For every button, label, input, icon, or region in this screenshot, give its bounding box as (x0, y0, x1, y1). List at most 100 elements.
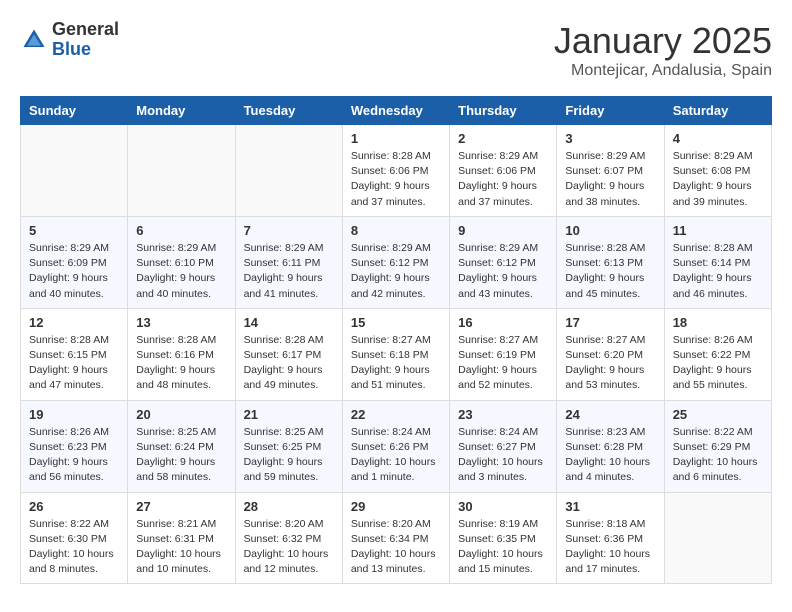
calendar-cell (21, 125, 128, 217)
day-number: 10 (565, 223, 655, 238)
weekday-header: Wednesday (342, 97, 449, 125)
day-number: 7 (244, 223, 334, 238)
weekday-header: Saturday (664, 97, 771, 125)
calendar-cell: 15 Sunrise: 8:27 AM Sunset: 6:18 PM Dayli… (342, 308, 449, 400)
day-number: 15 (351, 315, 441, 330)
calendar-cell: 6 Sunrise: 8:29 AM Sunset: 6:10 PM Daylig… (128, 216, 235, 308)
location: Montejicar, Andalusia, Spain (554, 62, 772, 80)
day-number: 28 (244, 499, 334, 514)
day-number: 24 (565, 407, 655, 422)
day-number: 31 (565, 499, 655, 514)
weekday-header: Thursday (450, 97, 557, 125)
calendar-cell: 8 Sunrise: 8:29 AM Sunset: 6:12 PM Daylig… (342, 216, 449, 308)
calendar-cell: 30Sunrise: 8:19 AM Sunset: 6:35 PM Dayli… (450, 492, 557, 584)
day-info: Sunrise: 8:24 AM Sunset: 6:26 PM Dayligh… (351, 425, 441, 486)
day-number: 25 (673, 407, 763, 422)
day-info: Sunrise: 8:28 AM Sunset: 6:06 PM Dayligh… (351, 149, 441, 210)
title-block: January 2025 Montejicar, Andalusia, Spai… (554, 20, 772, 80)
day-info: Sunrise: 8:20 AM Sunset: 6:32 PM Dayligh… (244, 517, 334, 578)
day-number: 9 (458, 223, 548, 238)
calendar-cell: 18Sunrise: 8:26 AM Sunset: 6:22 PM Dayli… (664, 308, 771, 400)
day-number: 8 (351, 223, 441, 238)
calendar-cell: 27Sunrise: 8:21 AM Sunset: 6:31 PM Dayli… (128, 492, 235, 584)
day-info: Sunrise: 8:27 AM Sunset: 6:19 PM Dayligh… (458, 333, 548, 394)
calendar-cell: 12Sunrise: 8:28 AM Sunset: 6:15 PM Dayli… (21, 308, 128, 400)
calendar-week-row: 5Sunrise: 8:29 AM Sunset: 6:09 PM Daylig… (21, 216, 772, 308)
calendar-week-row: 1Sunrise: 8:28 AM Sunset: 6:06 PM Daylig… (21, 125, 772, 217)
day-info: Sunrise: 8:27 AM Sunset: 6:18 PM Dayligh… (351, 333, 441, 394)
calendar-cell: 29Sunrise: 8:20 AM Sunset: 6:34 PM Dayli… (342, 492, 449, 584)
calendar-cell: 1Sunrise: 8:28 AM Sunset: 6:06 PM Daylig… (342, 125, 449, 217)
day-info: Sunrise: 8:28 AM Sunset: 6:17 PM Dayligh… (244, 333, 334, 394)
calendar-cell: 7 Sunrise: 8:29 AM Sunset: 6:11 PM Daylig… (235, 216, 342, 308)
calendar-cell: 4Sunrise: 8:29 AM Sunset: 6:08 PM Daylig… (664, 125, 771, 217)
day-number: 20 (136, 407, 226, 422)
calendar-cell: 19 Sunrise: 8:26 AM Sunset: 6:23 PM Dayli… (21, 400, 128, 492)
day-number: 5 (29, 223, 119, 238)
day-info: Sunrise: 8:21 AM Sunset: 6:31 PM Dayligh… (136, 517, 226, 578)
calendar-cell: 16Sunrise: 8:27 AM Sunset: 6:19 PM Dayli… (450, 308, 557, 400)
day-number: 29 (351, 499, 441, 514)
day-info: Sunrise: 8:29 AM Sunset: 6:07 PM Dayligh… (565, 149, 655, 210)
day-info: Sunrise: 8:18 AM Sunset: 6:36 PM Dayligh… (565, 517, 655, 578)
calendar-table: SundayMondayTuesdayWednesdayThursdayFrid… (20, 96, 772, 584)
day-info: Sunrise: 8:24 AM Sunset: 6:27 PM Dayligh… (458, 425, 548, 486)
calendar-cell: 23Sunrise: 8:24 AM Sunset: 6:27 PM Dayli… (450, 400, 557, 492)
day-number: 2 (458, 131, 548, 146)
day-number: 21 (244, 407, 334, 422)
weekday-header: Sunday (21, 97, 128, 125)
day-info: Sunrise: 8:23 AM Sunset: 6:28 PM Dayligh… (565, 425, 655, 486)
day-number: 26 (29, 499, 119, 514)
month-title: January 2025 (554, 20, 772, 62)
calendar-cell: 24 Sunrise: 8:23 AM Sunset: 6:28 PM Dayli… (557, 400, 664, 492)
calendar-cell: 28 Sunrise: 8:20 AM Sunset: 6:32 PM Dayli… (235, 492, 342, 584)
day-info: Sunrise: 8:29 AM Sunset: 6:12 PM Dayligh… (351, 241, 441, 302)
day-info: Sunrise: 8:26 AM Sunset: 6:23 PM Dayligh… (29, 425, 119, 486)
day-info: Sunrise: 8:29 AM Sunset: 6:11 PM Dayligh… (244, 241, 334, 302)
calendar-cell: 31 Sunrise: 8:18 AM Sunset: 6:36 PM Dayli… (557, 492, 664, 584)
calendar-cell: 21 Sunrise: 8:25 AM Sunset: 6:25 PM Dayli… (235, 400, 342, 492)
weekday-header: Tuesday (235, 97, 342, 125)
day-number: 22 (351, 407, 441, 422)
calendar-cell: 9 Sunrise: 8:29 AM Sunset: 6:12 PM Daylig… (450, 216, 557, 308)
day-number: 19 (29, 407, 119, 422)
day-info: Sunrise: 8:28 AM Sunset: 6:16 PM Dayligh… (136, 333, 226, 394)
calendar-cell: 10Sunrise: 8:28 AM Sunset: 6:13 PM Dayli… (557, 216, 664, 308)
weekday-header: Friday (557, 97, 664, 125)
calendar-cell: 20 Sunrise: 8:25 AM Sunset: 6:24 PM Dayli… (128, 400, 235, 492)
day-number: 18 (673, 315, 763, 330)
calendar-cell: 17 Sunrise: 8:27 AM Sunset: 6:20 PM Dayli… (557, 308, 664, 400)
logo-icon (20, 26, 48, 54)
day-number: 4 (673, 131, 763, 146)
calendar-week-row: 19 Sunrise: 8:26 AM Sunset: 6:23 PM Dayli… (21, 400, 772, 492)
calendar-week-row: 12Sunrise: 8:28 AM Sunset: 6:15 PM Dayli… (21, 308, 772, 400)
logo-blue: Blue (52, 40, 119, 60)
calendar-cell: 3 Sunrise: 8:29 AM Sunset: 6:07 PM Daylig… (557, 125, 664, 217)
day-info: Sunrise: 8:28 AM Sunset: 6:14 PM Dayligh… (673, 241, 763, 302)
day-number: 12 (29, 315, 119, 330)
calendar-cell: 26Sunrise: 8:22 AM Sunset: 6:30 PM Dayli… (21, 492, 128, 584)
calendar-cell (664, 492, 771, 584)
day-info: Sunrise: 8:27 AM Sunset: 6:20 PM Dayligh… (565, 333, 655, 394)
day-info: Sunrise: 8:29 AM Sunset: 6:12 PM Dayligh… (458, 241, 548, 302)
day-info: Sunrise: 8:25 AM Sunset: 6:25 PM Dayligh… (244, 425, 334, 486)
day-number: 6 (136, 223, 226, 238)
weekday-header: Monday (128, 97, 235, 125)
logo: General Blue (20, 20, 119, 60)
page-header: General Blue January 2025 Montejicar, An… (20, 20, 772, 80)
day-info: Sunrise: 8:25 AM Sunset: 6:24 PM Dayligh… (136, 425, 226, 486)
day-number: 30 (458, 499, 548, 514)
day-number: 11 (673, 223, 763, 238)
day-number: 17 (565, 315, 655, 330)
day-info: Sunrise: 8:29 AM Sunset: 6:10 PM Dayligh… (136, 241, 226, 302)
calendar-cell: 13 Sunrise: 8:28 AM Sunset: 6:16 PM Dayli… (128, 308, 235, 400)
calendar-cell: 25 Sunrise: 8:22 AM Sunset: 6:29 PM Dayli… (664, 400, 771, 492)
calendar-cell: 14 Sunrise: 8:28 AM Sunset: 6:17 PM Dayli… (235, 308, 342, 400)
logo-text: General Blue (52, 20, 119, 60)
day-number: 14 (244, 315, 334, 330)
day-number: 13 (136, 315, 226, 330)
calendar-cell: 22 Sunrise: 8:24 AM Sunset: 6:26 PM Dayli… (342, 400, 449, 492)
calendar-cell (235, 125, 342, 217)
day-info: Sunrise: 8:22 AM Sunset: 6:29 PM Dayligh… (673, 425, 763, 486)
day-number: 3 (565, 131, 655, 146)
